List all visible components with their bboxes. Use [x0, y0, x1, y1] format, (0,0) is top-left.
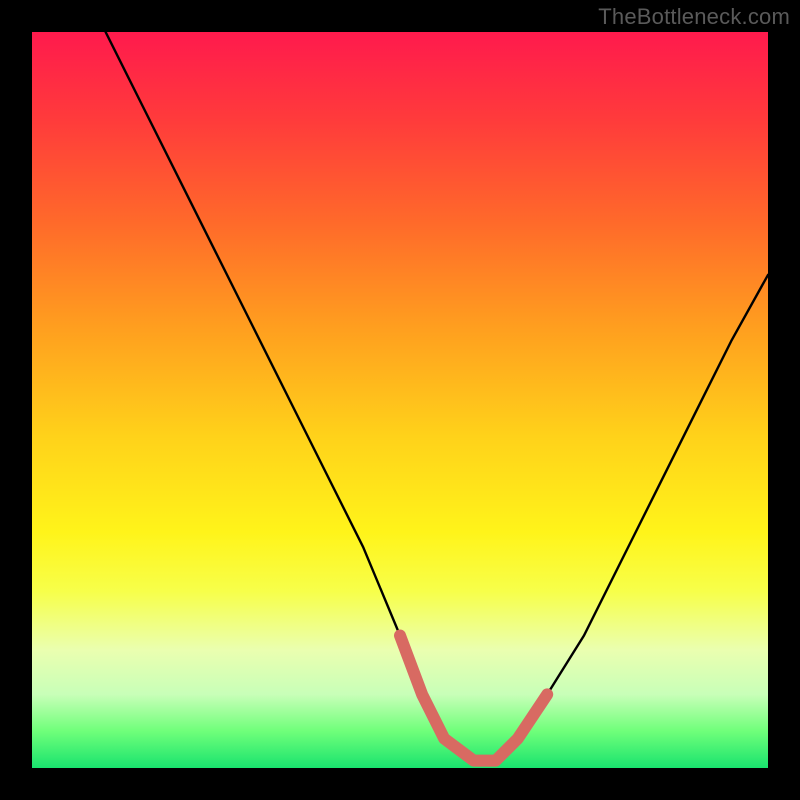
chart-svg: [32, 32, 768, 768]
highlight-segment: [400, 636, 547, 761]
chart-frame: TheBottleneck.com: [0, 0, 800, 800]
chart-plot-area: [32, 32, 768, 768]
watermark-text: TheBottleneck.com: [598, 4, 790, 30]
curve-line: [106, 32, 768, 761]
